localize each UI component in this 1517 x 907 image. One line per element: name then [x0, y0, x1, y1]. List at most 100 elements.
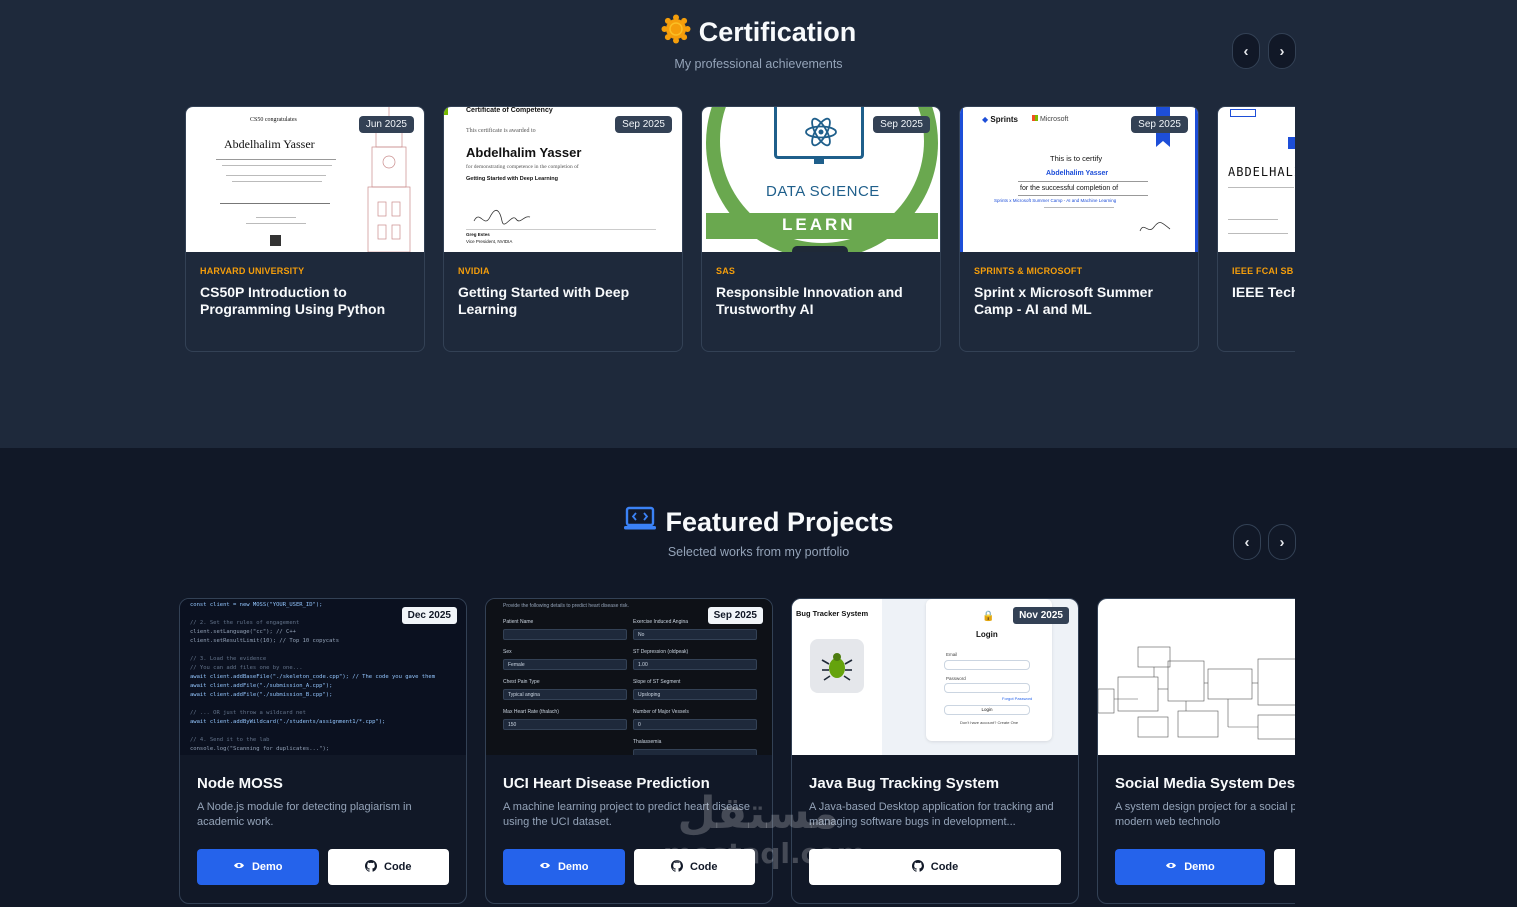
certification-prev-button[interactable]: ‹ [1232, 33, 1260, 69]
certificate-issuer: HARVARD UNIVERSITY [200, 266, 305, 276]
demo-button[interactable]: Demo [1115, 849, 1265, 885]
certificate-issuer: NVIDIA [458, 266, 490, 276]
code-label: Code [384, 861, 412, 873]
certification-carousel[interactable]: CS50 congratulates Abdelhalim Yasser Jun… [185, 106, 1295, 354]
projects-next-button[interactable]: › [1268, 524, 1296, 560]
chevron-right-icon: › [1279, 42, 1285, 60]
projects-carousel[interactable]: const client = new MOSS("YOUR_USER_ID");… [179, 598, 1295, 907]
lock-icon: 🔒 [982, 611, 995, 622]
code-label: Code [930, 861, 959, 873]
login-title: Login [976, 630, 998, 639]
date-badge: Nov 2025 [1013, 607, 1069, 624]
project-card[interactable]: Social Media System Des A system design … [1097, 598, 1295, 904]
thumb-heading: CS50 congratulates [250, 117, 297, 123]
uml-diagram [1098, 646, 1295, 740]
code-line: await client.addByWildcard("./students/a… [190, 719, 386, 725]
certificate-issuer: SAS [716, 266, 736, 276]
form-label: ST Depression (oldpeak) [633, 649, 689, 655]
signature [1139, 222, 1171, 232]
qr-code [270, 235, 281, 246]
form-label: Exercise Induced Angina [633, 619, 689, 625]
certification-title: Certification [661, 14, 857, 51]
code-button[interactable] [1274, 849, 1295, 885]
form-label: Sex [503, 649, 512, 655]
eye-icon [233, 861, 245, 873]
email-label: Email [946, 652, 958, 657]
project-image [1098, 599, 1295, 755]
project-card[interactable]: Bug Tracker System 🔒 Login Email Passwor… [791, 598, 1079, 904]
chevron-right-icon: › [1279, 533, 1285, 551]
certificate-card[interactable]: ABDELHALIM IEEE FCAI SB IEEE Tech Machin… [1217, 106, 1295, 352]
project-name: Java Bug Tracking System [809, 775, 1000, 792]
date-badge: Sep 2025 [1131, 116, 1188, 133]
projects-title-text: Featured Projects [665, 507, 894, 537]
code-button[interactable]: Code [809, 849, 1061, 885]
date-badge: Dec 2025 [401, 607, 457, 624]
code-line: console.log("Scanning for duplicates..."… [190, 746, 330, 752]
certificate-name: Responsible Innovation and Trustworthy A… [716, 284, 903, 317]
project-name: UCI Heart Disease Prediction [503, 775, 710, 792]
project-image: const client = new MOSS("YOUR_USER_ID");… [180, 599, 466, 755]
certificate-image: Certificate of Competency This certifica… [444, 107, 682, 252]
form-select: Typical angina [503, 689, 627, 700]
code-line: await client.addFile("./submission_A.cpp… [190, 683, 333, 689]
signup-text: Don't have account? Create One [960, 720, 1019, 725]
certificate-name: Sprint x Microsoft Summer Camp - AI and … [974, 284, 1153, 317]
form-label: Max Heart Rate (thalach) [503, 709, 559, 715]
demo-label: Demo [251, 861, 283, 873]
date-badge: Sep 2025 [873, 116, 930, 133]
code-line: client.setResultLimit(10); // Top 10 cop… [190, 638, 340, 644]
thumb-line: for demonstrating competence in the comp… [466, 164, 579, 170]
certificate-card[interactable]: CS50 congratulates Abdelhalim Yasser Jun… [185, 106, 425, 352]
certification-next-button[interactable]: › [1268, 33, 1296, 69]
atom-icon [805, 117, 837, 147]
github-icon [671, 859, 683, 875]
code-button[interactable]: Code [633, 849, 755, 885]
eye-icon [539, 861, 551, 873]
form-label: Number of Major Vessels [633, 709, 689, 715]
form-select: 0 [633, 719, 757, 730]
project-card[interactable]: Provide the following details to predict… [485, 598, 773, 904]
form-label: Chest Pain Type [503, 679, 540, 685]
certification-title-text: Certification [698, 17, 857, 47]
code-line: // You can add files one by one... [190, 665, 303, 671]
code-line: // 4. Send it to the lab [190, 737, 270, 743]
form-number: 1.00 [633, 659, 757, 670]
form-label: Thalassemia [633, 739, 662, 745]
form-number: 150 [503, 719, 627, 730]
date-badge: Sep 2025 [707, 607, 763, 624]
demo-label: Demo [1184, 861, 1215, 873]
demo-button[interactable]: Demo [503, 849, 625, 885]
signature [473, 209, 531, 225]
project-card[interactable]: const client = new MOSS("YOUR_USER_ID");… [179, 598, 467, 904]
chevron-left-icon: ‹ [1244, 533, 1250, 551]
certificate-card[interactable]: Certificate of Competency This certifica… [443, 106, 683, 352]
thumb-recipient: Abdelhalim Yasser [224, 137, 315, 151]
certificate-name: IEEE Tech Machine L [1232, 284, 1295, 300]
certificate-card[interactable]: DATA SCIENCE LEARN Sep 2025 SAS Responsi… [701, 106, 941, 352]
thumb-recipient: Abdelhalim Yasser [466, 145, 582, 160]
projects-prev-button[interactable]: ‹ [1233, 524, 1261, 560]
thumb-recipient: ABDELHALIM [1228, 165, 1295, 179]
thumb-heading: Certificate of Competency [466, 107, 553, 114]
thumb-recipient: Abdelhalim Yasser [1046, 170, 1109, 177]
password-label: Password [946, 676, 966, 681]
nvidia-accent [444, 107, 448, 115]
code-line: await client.addFile("./submission_B.cpp… [190, 692, 333, 698]
email-input [944, 660, 1030, 670]
code-line: // 2. Set the rules of engagement [190, 620, 300, 626]
thumb-line: This certificate is awarded to [466, 128, 536, 134]
code-button[interactable]: Code [327, 849, 449, 885]
demo-button[interactable]: Demo [197, 849, 319, 885]
code-line: // ... OR just throw a wildcard net [190, 710, 306, 716]
thumb-course: Getting Started with Deep Learning [466, 176, 558, 182]
certificate-image: ◆ Sprints Microsoft This is to certify A… [960, 107, 1198, 252]
github-icon [365, 859, 377, 875]
password-input [944, 683, 1030, 693]
certificate-card[interactable]: ◆ Sprints Microsoft This is to certify A… [959, 106, 1199, 352]
thumb-signer-title: Vice President, NVIDIA [466, 239, 513, 244]
certificate-issuer: SPRINTS & MICROSOFT [974, 266, 1083, 276]
thumb-line: This is to certify [1050, 154, 1103, 163]
project-description: A Node.js module for detecting plagiaris… [197, 801, 412, 828]
certificate-seal-icon [661, 14, 691, 51]
